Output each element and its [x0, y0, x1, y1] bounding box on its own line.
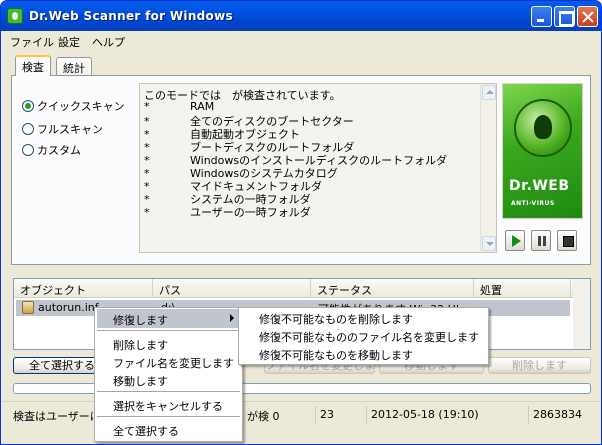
- radio-quick-scan[interactable]: クイックスキャン: [22, 98, 125, 114]
- menu-item-rename[interactable]: ファイル名を変更します: [97, 352, 240, 371]
- status-checked: が検 0: [247, 410, 280, 423]
- spider-shield-icon: [514, 99, 572, 157]
- close-button[interactable]: [577, 6, 598, 27]
- delete-button[interactable]: 削除します: [488, 357, 591, 374]
- start-scan-button[interactable]: [505, 230, 525, 251]
- drweb-logo: Dr.WEB ANTI-VIRUS: [502, 83, 583, 219]
- menu-separator: [97, 391, 240, 392]
- submenu-item-move-unrepairable[interactable]: 修復不可能なものを移動します: [241, 345, 486, 362]
- pause-scan-button[interactable]: [531, 230, 551, 251]
- menu-item-move[interactable]: 移動します: [97, 370, 240, 389]
- logo-subtitle: ANTI-VIRUS: [511, 200, 555, 207]
- app-window: Dr.Web Scanner for Windows ファイル 設定 ヘルプ 検…: [0, 0, 602, 445]
- app-icon: [7, 8, 23, 24]
- column-object[interactable]: オブジェクト: [14, 279, 153, 298]
- radio-dot: [22, 123, 34, 135]
- window-title: Dr.Web Scanner for Windows: [29, 9, 233, 23]
- column-status[interactable]: ステータス: [311, 279, 474, 298]
- cell-object: autorun.inf: [38, 301, 99, 314]
- title-bar[interactable]: Dr.Web Scanner for Windows: [1, 1, 601, 31]
- scroll-down-icon[interactable]: [482, 236, 496, 251]
- scan-description-box: このモードでは が検査されています。 * RAM * 全てのディスクのブートセクター…: [139, 83, 497, 253]
- description-scrollbar[interactable]: [480, 84, 496, 252]
- radio-full-scan[interactable]: フルスキャン: [22, 121, 103, 137]
- stop-scan-button[interactable]: [557, 230, 577, 251]
- maximize-button[interactable]: [554, 6, 575, 27]
- radio-dot: [22, 144, 34, 156]
- description-item: * RAM: [144, 100, 215, 113]
- radio-custom[interactable]: カスタム: [22, 142, 81, 158]
- radio-label: クイックスキャン: [37, 100, 125, 113]
- menu-item-select-all[interactable]: 全て選択する: [97, 420, 240, 439]
- radio-dot-selected: [22, 100, 34, 112]
- status-count: 23: [315, 406, 365, 424]
- results-scrollbar[interactable]: [573, 279, 590, 349]
- scroll-up-icon[interactable]: [482, 85, 496, 100]
- menu-help[interactable]: ヘルプ: [92, 34, 125, 50]
- submenu-item-rename-unrepairable[interactable]: 修復不可能なもののファイル名を変更します: [241, 327, 486, 344]
- repair-submenu: 修復不可能なものを削除します 修復不可能なもののファイル名を変更します 修復不可…: [238, 307, 489, 365]
- tab-statistics[interactable]: 統計: [56, 57, 92, 76]
- file-icon: [22, 301, 34, 314]
- minimize-button[interactable]: [531, 6, 552, 27]
- status-datetime: 2012-05-18 (19:10): [366, 406, 526, 424]
- menu-bar: ファイル 設定 ヘルプ: [2, 31, 600, 51]
- status-bar: 検査はユーザーによって中断されました が検 0 23 2012-05-18 (1…: [2, 401, 600, 425]
- radio-label: フルスキャン: [37, 123, 103, 136]
- description-item: * ユーザーの一時フォルダ: [144, 206, 311, 219]
- radio-label: カスタム: [37, 144, 81, 157]
- menu-item-delete[interactable]: 削除します: [97, 334, 240, 353]
- menu-item-cancel-selection[interactable]: 選択をキャンセルする: [97, 395, 240, 414]
- column-action[interactable]: 処置: [474, 279, 571, 298]
- menu-settings[interactable]: 設定: [58, 34, 80, 50]
- column-path[interactable]: パス: [153, 279, 311, 298]
- results-header: オブジェクト パス ステータス 処置: [14, 279, 590, 298]
- menu-separator: [97, 416, 240, 417]
- status-number: 2863834: [528, 406, 598, 424]
- submenu-item-delete-unrepairable[interactable]: 修復不可能なものを削除します: [241, 309, 486, 326]
- context-menu: 修復します 削除します ファイル名を変更します 移動します 選択をキャンセルする…: [94, 307, 243, 442]
- submenu-arrow-icon: [230, 314, 234, 322]
- menu-separator: [97, 330, 240, 331]
- logo-brand: Dr.WEB: [509, 178, 570, 194]
- tab-scan[interactable]: 検査: [15, 55, 51, 76]
- menu-file[interactable]: ファイル: [10, 34, 54, 50]
- menu-item-repair[interactable]: 修復します: [97, 309, 240, 328]
